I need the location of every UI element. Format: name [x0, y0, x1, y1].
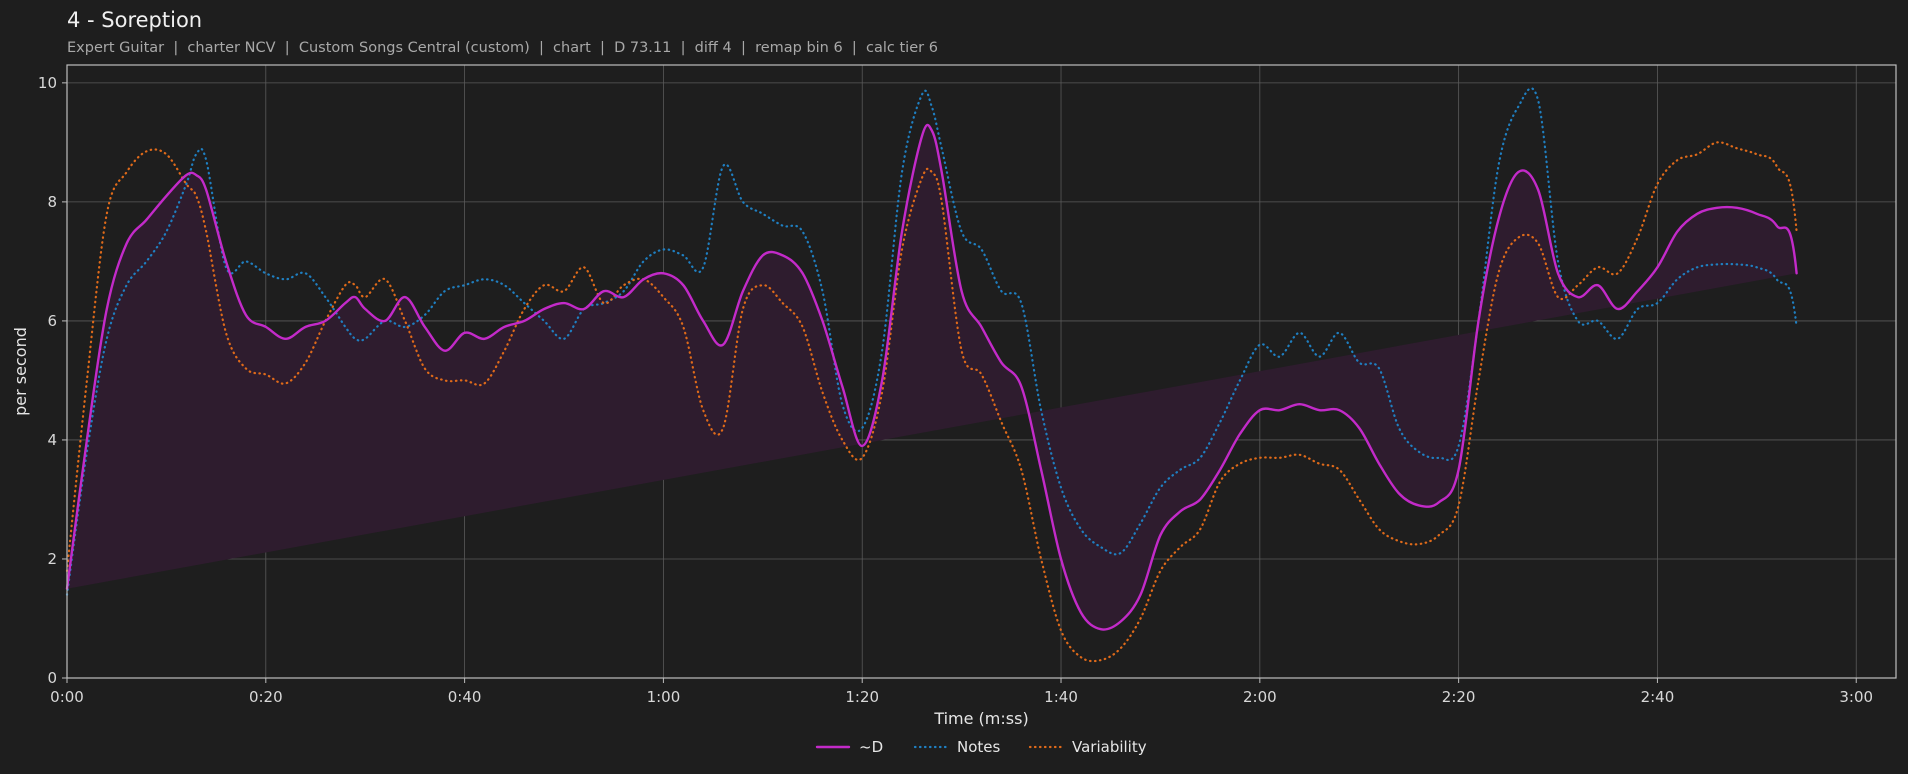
y-tick-label: 2	[47, 550, 57, 568]
legend-label: ~D	[859, 738, 883, 756]
x-tick-label: 3:00	[1839, 688, 1873, 706]
x-tick-label: 0:40	[448, 688, 482, 706]
y-tick-label: 10	[38, 74, 57, 92]
y-tick-label: 8	[47, 193, 57, 211]
d-area-fill	[67, 124, 1797, 630]
line-chart: 0:00 0:20 0:40 1:00 1:20 1:40 2:00 2:20 2:40 3:00…	[11, 64, 1897, 756]
y-tick-label: 4	[47, 431, 57, 449]
x-axis-label: Time (m:ss)	[933, 709, 1028, 728]
x-tick-label: 2:20	[1442, 688, 1476, 706]
x-tick-label: 0:00	[50, 688, 84, 706]
x-tick-label: 2:00	[1243, 688, 1277, 706]
y-tick-label: 6	[47, 312, 57, 330]
series-area-d	[67, 124, 1797, 630]
y-axis-label: per second	[11, 327, 30, 416]
x-tick-label: 0:20	[249, 688, 283, 706]
x-tick-label: 1:40	[1044, 688, 1078, 706]
legend-label: Notes	[957, 738, 1001, 756]
y-tick-label: 0	[47, 669, 57, 687]
legend: ~D Notes Variability	[815, 738, 1147, 756]
x-tick-label: 1:00	[647, 688, 681, 706]
x-tick-label: 2:40	[1641, 688, 1675, 706]
x-tick-label: 1:20	[845, 688, 879, 706]
legend-label: Variability	[1072, 738, 1147, 756]
